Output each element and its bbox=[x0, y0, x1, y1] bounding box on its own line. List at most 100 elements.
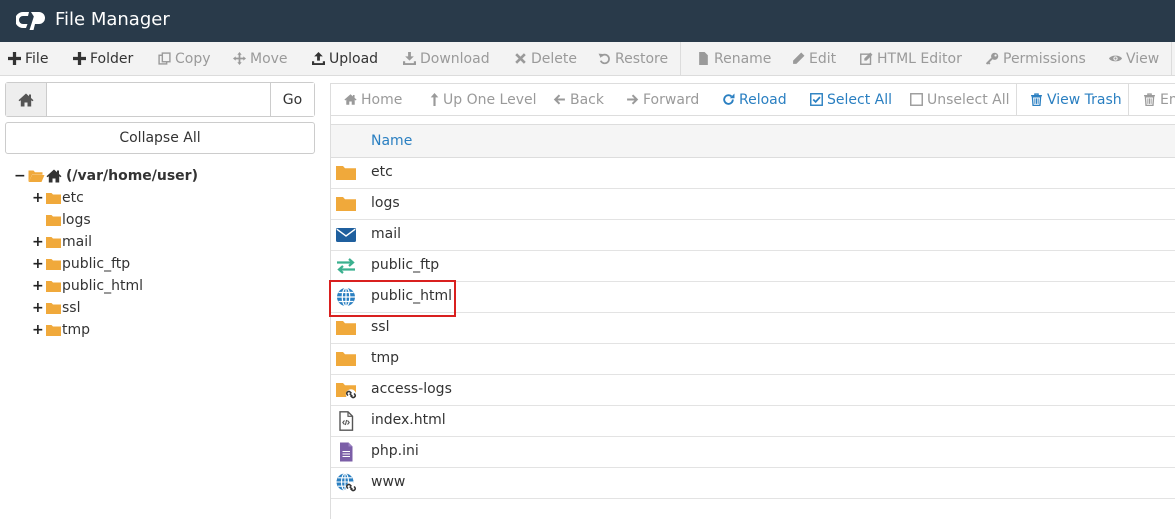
home-icon bbox=[344, 94, 357, 105]
edit-icon bbox=[860, 52, 873, 65]
checkbox-checked-icon bbox=[810, 93, 823, 106]
back-button[interactable]: Back bbox=[553, 84, 604, 115]
view-button[interactable]: View bbox=[1109, 42, 1159, 75]
rename-button[interactable]: Rename bbox=[697, 42, 771, 75]
edit-button[interactable]: Edit bbox=[792, 42, 836, 75]
undo-icon bbox=[598, 53, 610, 65]
home-button[interactable]: Home bbox=[344, 84, 402, 115]
collapse-all-button[interactable]: Collapse All bbox=[5, 122, 315, 154]
plus-icon bbox=[73, 52, 86, 65]
path-input[interactable] bbox=[48, 83, 270, 116]
folder-icon bbox=[46, 281, 61, 292]
move-icon bbox=[233, 52, 246, 65]
delete-button[interactable]: Delete bbox=[514, 42, 577, 75]
collapse-icon[interactable]: − bbox=[14, 168, 26, 184]
name-column-header[interactable]: Name bbox=[371, 133, 412, 149]
expand-icon[interactable]: + bbox=[32, 278, 44, 294]
copy-button[interactable]: Copy bbox=[158, 42, 211, 75]
expand-icon[interactable]: + bbox=[32, 234, 44, 250]
folder-icon bbox=[46, 215, 61, 226]
tree-item-mail[interactable]: + mail bbox=[32, 231, 92, 253]
tree-item-ssl[interactable]: + ssl bbox=[32, 297, 80, 319]
file-name: logs bbox=[371, 195, 400, 211]
go-button[interactable]: Go bbox=[270, 83, 314, 116]
times-icon bbox=[515, 53, 526, 64]
file-name: ssl bbox=[371, 319, 390, 335]
folder-icon bbox=[46, 237, 61, 248]
globe-icon bbox=[337, 287, 355, 307]
cpanel-logo-icon bbox=[16, 12, 45, 30]
sidebar: Go Collapse All − (/var/home/user) + etc… bbox=[0, 76, 321, 519]
file-icon bbox=[699, 52, 708, 65]
expand-icon[interactable]: + bbox=[32, 256, 44, 272]
table-row[interactable]: public_html bbox=[331, 282, 1175, 313]
select-all-button[interactable]: Select All bbox=[810, 84, 892, 115]
level-up-icon bbox=[430, 93, 439, 106]
table-row[interactable]: access-logs bbox=[331, 375, 1175, 406]
trash-icon bbox=[1144, 93, 1155, 106]
table-row[interactable]: php.ini bbox=[331, 437, 1175, 468]
expand-icon[interactable]: + bbox=[32, 300, 44, 316]
copy-icon bbox=[158, 52, 171, 65]
tree-item-tmp[interactable]: + tmp bbox=[32, 319, 90, 341]
plus-icon bbox=[8, 52, 21, 65]
action-bar-divider bbox=[1016, 84, 1017, 115]
file-name: www bbox=[371, 474, 406, 490]
expand-icon[interactable]: + bbox=[32, 190, 44, 206]
download-button[interactable]: Download bbox=[403, 42, 490, 75]
arrow-right-icon bbox=[627, 94, 639, 105]
table-row[interactable]: index.html bbox=[331, 406, 1175, 437]
folder-icon bbox=[336, 352, 356, 366]
tree-item-public-html[interactable]: + public_html bbox=[32, 275, 143, 297]
unselect-all-button[interactable]: Unselect All bbox=[910, 84, 1010, 115]
download-icon bbox=[403, 52, 416, 65]
pencil-icon bbox=[793, 52, 805, 64]
up-one-level-button[interactable]: Up One Level bbox=[428, 84, 537, 115]
folder-icon bbox=[46, 325, 61, 336]
html-editor-button[interactable]: HTML Editor bbox=[860, 42, 962, 75]
folder-icon bbox=[336, 321, 356, 335]
html-file-icon bbox=[339, 411, 354, 431]
tree-item-label: mail bbox=[62, 234, 92, 250]
refresh-icon bbox=[723, 93, 735, 105]
folder-icon bbox=[46, 259, 61, 270]
home-icon bbox=[18, 93, 34, 106]
tree-item-label: tmp bbox=[62, 322, 91, 338]
table-row[interactable]: etc bbox=[331, 158, 1175, 189]
move-button[interactable]: Move bbox=[233, 42, 288, 75]
arrow-left-icon bbox=[553, 94, 565, 105]
tree-item-logs[interactable]: logs bbox=[46, 209, 91, 231]
folder-icon bbox=[46, 303, 61, 314]
table-row[interactable]: www bbox=[331, 468, 1175, 499]
forward-button[interactable]: Forward bbox=[626, 84, 699, 115]
upload-icon bbox=[312, 52, 325, 65]
upload-button[interactable]: Upload bbox=[312, 42, 378, 75]
new-folder-button[interactable]: Folder bbox=[73, 42, 133, 75]
empty-trash-button[interactable]: Em bbox=[1143, 84, 1175, 115]
toolbar-divider bbox=[1171, 42, 1172, 75]
file-name: access-logs bbox=[371, 381, 452, 397]
permissions-button[interactable]: Permissions bbox=[986, 42, 1086, 75]
transfer-arrows-icon bbox=[337, 258, 355, 274]
restore-button[interactable]: Restore bbox=[598, 42, 668, 75]
table-row[interactable]: ssl bbox=[331, 313, 1175, 344]
folder-icon bbox=[46, 193, 61, 204]
table-row[interactable]: tmp bbox=[331, 344, 1175, 375]
envelope-icon bbox=[336, 228, 356, 242]
file-name: public_html bbox=[371, 288, 453, 304]
tree-item-etc[interactable]: + etc bbox=[32, 187, 84, 209]
file-name: tmp bbox=[371, 350, 400, 366]
view-trash-button[interactable]: View Trash bbox=[1030, 84, 1122, 115]
reload-button[interactable]: Reload bbox=[722, 84, 787, 115]
file-name: public_ftp bbox=[371, 257, 440, 273]
tree-root-item[interactable]: − (/var/home/user) bbox=[14, 165, 198, 187]
tree-item-public-ftp[interactable]: + public_ftp bbox=[32, 253, 130, 275]
new-file-button[interactable]: File bbox=[8, 42, 48, 75]
table-row[interactable]: mail bbox=[331, 220, 1175, 251]
table-row[interactable]: logs bbox=[331, 189, 1175, 220]
table-row[interactable]: public_ftp bbox=[331, 251, 1175, 282]
home-path-button[interactable] bbox=[6, 83, 47, 116]
folder-icon bbox=[336, 166, 356, 180]
table-header: Name bbox=[331, 124, 1175, 158]
expand-icon[interactable]: + bbox=[32, 322, 44, 338]
